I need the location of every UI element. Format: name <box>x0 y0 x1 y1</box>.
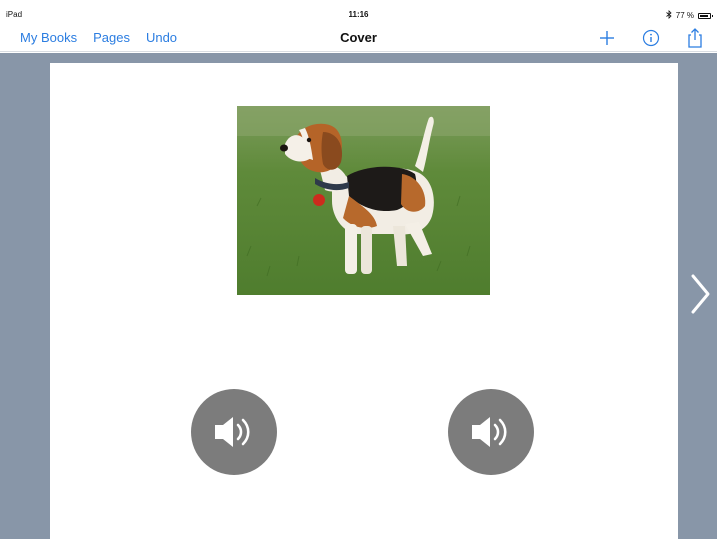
battery-icon <box>698 12 713 19</box>
bluetooth-icon <box>666 10 672 21</box>
sound-button-left[interactable] <box>191 389 277 475</box>
navigation-bar: My Books Pages Undo Cover <box>0 22 717 52</box>
status-time: 11:16 <box>348 10 369 19</box>
speaker-icon <box>472 417 507 447</box>
canvas-area <box>0 53 717 539</box>
speaker-icon <box>215 417 250 447</box>
sound-button-right[interactable] <box>448 389 534 475</box>
battery-percent: 77 % <box>675 11 694 20</box>
status-right: 77 % <box>666 10 713 21</box>
status-bar: iPad 11:16 77 % <box>0 0 717 22</box>
plus-icon[interactable] <box>595 26 619 50</box>
share-icon[interactable] <box>683 26 707 50</box>
book-page <box>50 63 678 539</box>
info-icon[interactable] <box>639 26 663 50</box>
beagle-dog-photo[interactable] <box>237 106 490 295</box>
next-page-button[interactable] <box>686 270 714 318</box>
chevron-right-icon <box>691 274 710 314</box>
nav-right-group <box>595 26 707 50</box>
